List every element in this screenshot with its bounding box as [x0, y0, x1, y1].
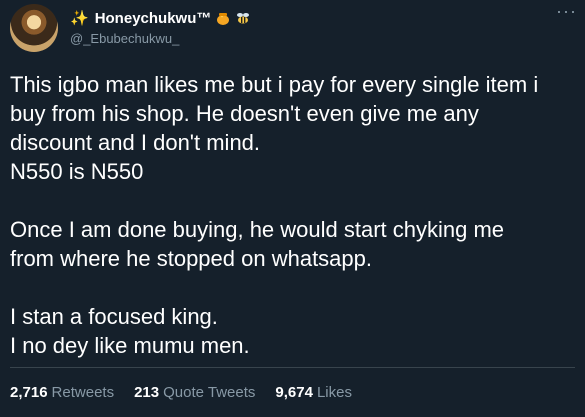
likes-count: 9,674 — [275, 384, 313, 401]
tweet-text: This igbo man likes me but i pay for eve… — [10, 70, 575, 360]
retweets-stat[interactable]: 2,716 Retweets — [10, 384, 114, 401]
name-row: ✨ Honeychukwu™ — [70, 8, 575, 28]
tweet-line: N550 is N550 — [10, 159, 144, 184]
tweet-card: ✨ Honeychukwu™ @_Ebubechukwu_ ··· This i… — [0, 0, 585, 417]
honey-pot-icon — [215, 10, 231, 26]
retweets-label: Retweets — [51, 384, 115, 401]
more-options-icon[interactable]: ··· — [556, 2, 577, 20]
likes-label: Likes — [316, 384, 352, 401]
sparkles-icon: ✨ — [70, 9, 89, 27]
likes-stat[interactable]: 9,674 Likes — [275, 384, 352, 401]
divider — [10, 367, 575, 368]
user-handle[interactable]: @_Ebubechukwu_ — [70, 31, 575, 46]
tweet-line: I no dey like mumu men. — [10, 333, 250, 358]
tweet-line: I stan a focused king. — [10, 304, 218, 329]
avatar[interactable] — [10, 4, 58, 52]
tweet-line: buy from his shop. He doesn't even give … — [10, 101, 479, 126]
tweet-line: Once I am done buying, he would start ch… — [10, 217, 505, 242]
tweet-line: from where he stopped on whatsapp. — [10, 246, 373, 271]
tweet-line: discount and I don't mind. — [10, 130, 261, 155]
retweets-count: 2,716 — [10, 384, 48, 401]
tweet-stats: 2,716 Retweets 213 Quote Tweets 9,674 Li… — [10, 384, 372, 401]
display-name[interactable]: Honeychukwu™ — [95, 10, 212, 27]
quote-tweets-stat[interactable]: 213 Quote Tweets — [134, 384, 255, 401]
bee-icon — [235, 10, 251, 26]
tweet-line: This igbo man likes me but i pay for eve… — [10, 72, 539, 97]
quotes-count: 213 — [134, 384, 160, 401]
tweet-header: ✨ Honeychukwu™ @_Ebubechukwu_ — [70, 8, 575, 48]
quotes-label: Quote Tweets — [163, 384, 256, 401]
